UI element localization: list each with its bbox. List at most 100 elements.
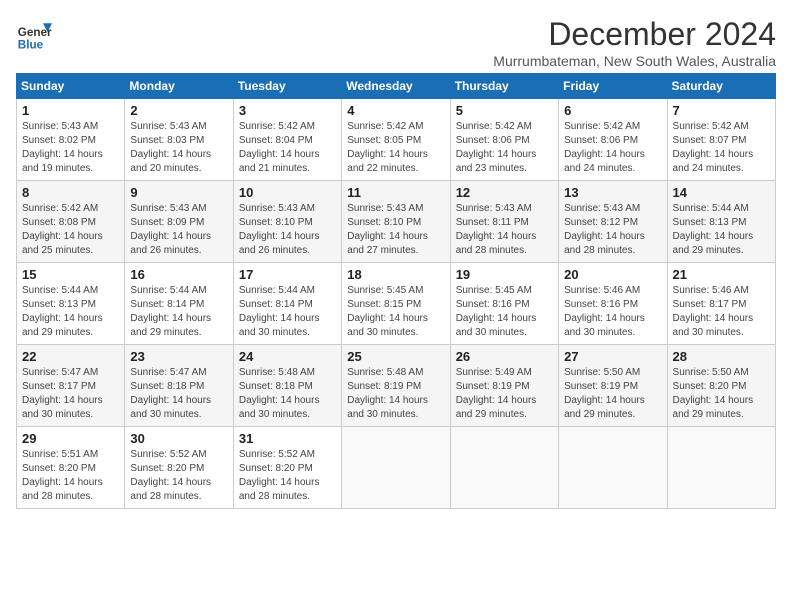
day-info: Sunrise: 5:43 AM Sunset: 8:02 PM Dayligh… (22, 120, 119, 176)
calendar-cell (559, 427, 667, 509)
day-info: Sunrise: 5:44 AM Sunset: 8:14 PM Dayligh… (130, 284, 227, 340)
col-tuesday: Tuesday (233, 74, 341, 99)
header: General Blue December 2024 Murrumbateman… (16, 16, 776, 69)
calendar-cell: 1 Sunrise: 5:43 AM Sunset: 8:02 PM Daylig… (17, 99, 125, 181)
calendar-cell: 9 Sunrise: 5:43 AM Sunset: 8:09 PM Daylig… (125, 181, 233, 263)
day-info: Sunrise: 5:44 AM Sunset: 8:13 PM Dayligh… (22, 284, 119, 340)
day-info: Sunrise: 5:48 AM Sunset: 8:18 PM Dayligh… (239, 366, 336, 422)
day-number: 20 (564, 267, 661, 282)
calendar-cell: 7Sunrise: 5:42 AM Sunset: 8:07 PM Daylig… (667, 99, 775, 181)
calendar-cell: 26 Sunrise: 5:49 AM Sunset: 8:19 PM Dayli… (450, 345, 558, 427)
day-info: Sunrise: 5:42 AM Sunset: 8:06 PM Dayligh… (564, 120, 661, 176)
day-number: 18 (347, 267, 444, 282)
col-saturday: Saturday (667, 74, 775, 99)
month-title: December 2024 (493, 16, 776, 53)
col-thursday: Thursday (450, 74, 558, 99)
day-number: 9 (130, 185, 227, 200)
day-info: Sunrise: 5:42 AM Sunset: 8:08 PM Dayligh… (22, 202, 119, 258)
day-info: Sunrise: 5:52 AM Sunset: 8:20 PM Dayligh… (239, 448, 336, 504)
day-info: Sunrise: 5:43 AM Sunset: 8:11 PM Dayligh… (456, 202, 553, 258)
day-info: Sunrise: 5:42 AM Sunset: 8:04 PM Dayligh… (239, 120, 336, 176)
day-number: 5 (456, 103, 553, 118)
col-monday: Monday (125, 74, 233, 99)
day-number: 8 (22, 185, 119, 200)
calendar-cell: 3 Sunrise: 5:42 AM Sunset: 8:04 PM Daylig… (233, 99, 341, 181)
day-info: Sunrise: 5:43 AM Sunset: 8:12 PM Dayligh… (564, 202, 661, 258)
day-number: 22 (22, 349, 119, 364)
calendar-cell: 16 Sunrise: 5:44 AM Sunset: 8:14 PM Dayli… (125, 263, 233, 345)
week-row-2: 8 Sunrise: 5:42 AM Sunset: 8:08 PM Daylig… (17, 181, 776, 263)
day-number: 11 (347, 185, 444, 200)
day-info: Sunrise: 5:42 AM Sunset: 8:06 PM Dayligh… (456, 120, 553, 176)
calendar-cell: 11Sunrise: 5:43 AM Sunset: 8:10 PM Dayli… (342, 181, 450, 263)
col-sunday: Sunday (17, 74, 125, 99)
calendar-cell: 2Sunrise: 5:43 AM Sunset: 8:03 PM Daylig… (125, 99, 233, 181)
day-info: Sunrise: 5:49 AM Sunset: 8:19 PM Dayligh… (456, 366, 553, 422)
calendar-cell: 17 Sunrise: 5:44 AM Sunset: 8:14 PM Dayli… (233, 263, 341, 345)
day-number: 28 (673, 349, 770, 364)
week-row-5: 29 Sunrise: 5:51 AM Sunset: 8:20 PM Dayli… (17, 427, 776, 509)
day-info: Sunrise: 5:50 AM Sunset: 8:20 PM Dayligh… (673, 366, 770, 422)
day-number: 6 (564, 103, 661, 118)
logo: General Blue (16, 16, 52, 52)
day-number: 12 (456, 185, 553, 200)
day-info: Sunrise: 5:43 AM Sunset: 8:09 PM Dayligh… (130, 202, 227, 258)
logo-icon: General Blue (16, 16, 52, 52)
day-info: Sunrise: 5:48 AM Sunset: 8:19 PM Dayligh… (347, 366, 444, 422)
calendar-cell: 8 Sunrise: 5:42 AM Sunset: 8:08 PM Daylig… (17, 181, 125, 263)
calendar-cell: 19Sunrise: 5:45 AM Sunset: 8:16 PM Dayli… (450, 263, 558, 345)
day-number: 16 (130, 267, 227, 282)
calendar-cell: 4Sunrise: 5:42 AM Sunset: 8:05 PM Daylig… (342, 99, 450, 181)
day-number: 29 (22, 431, 119, 446)
day-number: 15 (22, 267, 119, 282)
day-number: 23 (130, 349, 227, 364)
calendar-cell: 31 Sunrise: 5:52 AM Sunset: 8:20 PM Dayli… (233, 427, 341, 509)
day-number: 3 (239, 103, 336, 118)
day-info: Sunrise: 5:44 AM Sunset: 8:13 PM Dayligh… (673, 202, 770, 258)
calendar-cell: 29 Sunrise: 5:51 AM Sunset: 8:20 PM Dayli… (17, 427, 125, 509)
day-info: Sunrise: 5:47 AM Sunset: 8:18 PM Dayligh… (130, 366, 227, 422)
day-number: 10 (239, 185, 336, 200)
day-number: 19 (456, 267, 553, 282)
calendar-cell (342, 427, 450, 509)
day-number: 31 (239, 431, 336, 446)
calendar-cell: 30Sunrise: 5:52 AM Sunset: 8:20 PM Dayli… (125, 427, 233, 509)
day-info: Sunrise: 5:50 AM Sunset: 8:19 PM Dayligh… (564, 366, 661, 422)
col-friday: Friday (559, 74, 667, 99)
calendar-table: Sunday Monday Tuesday Wednesday Thursday… (16, 73, 776, 509)
day-number: 27 (564, 349, 661, 364)
week-row-4: 22 Sunrise: 5:47 AM Sunset: 8:17 PM Dayli… (17, 345, 776, 427)
day-info: Sunrise: 5:44 AM Sunset: 8:14 PM Dayligh… (239, 284, 336, 340)
calendar-cell: 15 Sunrise: 5:44 AM Sunset: 8:13 PM Dayli… (17, 263, 125, 345)
calendar-cell (450, 427, 558, 509)
svg-text:Blue: Blue (18, 38, 44, 51)
day-number: 14 (673, 185, 770, 200)
header-row: Sunday Monday Tuesday Wednesday Thursday… (17, 74, 776, 99)
day-info: Sunrise: 5:45 AM Sunset: 8:15 PM Dayligh… (347, 284, 444, 340)
week-row-3: 15 Sunrise: 5:44 AM Sunset: 8:13 PM Dayli… (17, 263, 776, 345)
calendar-cell: 6 Sunrise: 5:42 AM Sunset: 8:06 PM Daylig… (559, 99, 667, 181)
day-number: 26 (456, 349, 553, 364)
week-row-1: 1 Sunrise: 5:43 AM Sunset: 8:02 PM Daylig… (17, 99, 776, 181)
calendar-cell: 21Sunrise: 5:46 AM Sunset: 8:17 PM Dayli… (667, 263, 775, 345)
calendar-cell: 28 Sunrise: 5:50 AM Sunset: 8:20 PM Dayli… (667, 345, 775, 427)
day-number: 4 (347, 103, 444, 118)
calendar-cell: 27 Sunrise: 5:50 AM Sunset: 8:19 PM Dayli… (559, 345, 667, 427)
title-area: December 2024 Murrumbateman, New South W… (493, 16, 776, 69)
day-number: 17 (239, 267, 336, 282)
day-info: Sunrise: 5:43 AM Sunset: 8:10 PM Dayligh… (239, 202, 336, 258)
day-number: 13 (564, 185, 661, 200)
calendar-cell: 5 Sunrise: 5:42 AM Sunset: 8:06 PM Daylig… (450, 99, 558, 181)
calendar-cell: 12 Sunrise: 5:43 AM Sunset: 8:11 PM Dayli… (450, 181, 558, 263)
col-wednesday: Wednesday (342, 74, 450, 99)
day-info: Sunrise: 5:42 AM Sunset: 8:07 PM Dayligh… (673, 120, 770, 176)
day-number: 30 (130, 431, 227, 446)
day-info: Sunrise: 5:46 AM Sunset: 8:17 PM Dayligh… (673, 284, 770, 340)
subtitle: Murrumbateman, New South Wales, Australi… (493, 53, 776, 69)
day-number: 1 (22, 103, 119, 118)
day-number: 25 (347, 349, 444, 364)
calendar-cell: 20Sunrise: 5:46 AM Sunset: 8:16 PM Dayli… (559, 263, 667, 345)
calendar-cell: 14 Sunrise: 5:44 AM Sunset: 8:13 PM Dayli… (667, 181, 775, 263)
day-info: Sunrise: 5:47 AM Sunset: 8:17 PM Dayligh… (22, 366, 119, 422)
day-info: Sunrise: 5:51 AM Sunset: 8:20 PM Dayligh… (22, 448, 119, 504)
